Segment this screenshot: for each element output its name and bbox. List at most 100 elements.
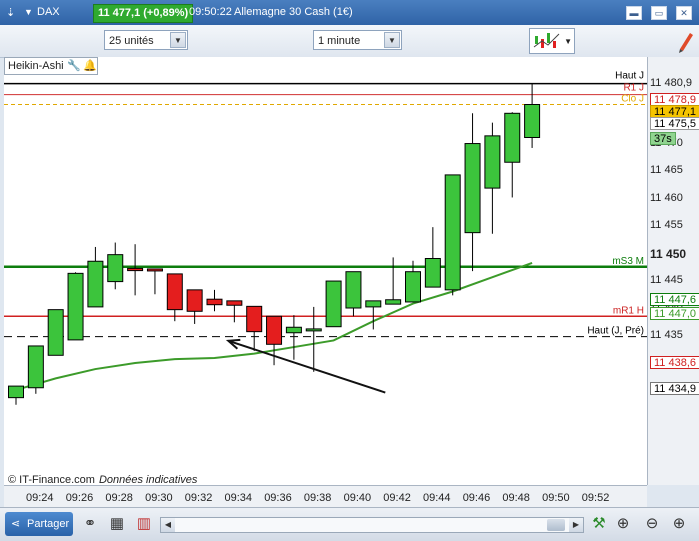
zoom-in-icon[interactable]: ⊕ xyxy=(670,514,688,534)
minimize-icon[interactable]: ▬ xyxy=(626,6,642,20)
candle-body xyxy=(127,267,144,272)
level-value-box: 11 447,0 xyxy=(650,307,699,320)
crosshair-tool-icon[interactable]: ⚒ xyxy=(590,514,608,534)
x-tick-label: 09:52 xyxy=(581,492,610,504)
candle-body xyxy=(305,328,322,332)
last-price-badge: 11 477,1 (+0,89%) xyxy=(93,4,194,23)
level-value-box: 11 447,6 xyxy=(650,293,699,306)
title-bar: ⇣ ▼ DAX 11 477,1 (+0,89%) 09:50:22 Allem… xyxy=(0,0,699,25)
scroll-left-icon[interactable]: ◀ xyxy=(161,518,175,532)
candle-body xyxy=(345,271,362,309)
bottom-toolbar: ⋖ Partager ⚭ ▦ ▥ ◀ ▶ ⚒ ⊕ ⊖ ⊕ xyxy=(0,507,699,541)
instrument-name: Allemagne 30 Cash (1€) xyxy=(234,6,353,18)
candle-body xyxy=(365,300,382,308)
x-tick-label: 09:30 xyxy=(145,492,173,504)
y-tick-label: 11 435 xyxy=(650,329,683,342)
x-tick-label: 09:38 xyxy=(303,492,332,504)
x-tick-label: 09:32 xyxy=(184,492,213,504)
level-value-box: 11 434,9 xyxy=(650,382,699,395)
candles-settings-icon[interactable]: ▥ xyxy=(135,514,153,534)
share-label: Partager xyxy=(27,518,70,530)
x-tick-label: 09:28 xyxy=(105,492,133,504)
candle-body xyxy=(484,135,501,189)
clock-time: 09:50:22 xyxy=(189,6,232,18)
x-tick-label: 09:46 xyxy=(462,492,491,504)
y-tick-label: 11 455 xyxy=(650,219,683,232)
grid-settings-icon[interactable]: ▦ xyxy=(108,514,126,534)
candle-body xyxy=(186,289,203,312)
dropdown-icon[interactable]: ▼ xyxy=(24,7,33,17)
level-label: mS3 M xyxy=(612,256,644,267)
level-label: Haut J xyxy=(615,71,644,82)
expand-chevron-icon[interactable]: ⇣ xyxy=(6,6,15,19)
scroll-thumb[interactable] xyxy=(547,519,565,531)
panel-title: Heikin-Ashi xyxy=(8,60,64,72)
candle-body xyxy=(8,385,24,399)
candle-body xyxy=(464,143,481,234)
candle-body xyxy=(226,300,243,306)
candle-body xyxy=(524,104,541,138)
chevron-down-icon[interactable]: ▼ xyxy=(384,32,400,48)
chevron-down-icon[interactable]: ▼ xyxy=(564,37,572,46)
chevron-down-icon[interactable]: ▼ xyxy=(170,32,186,48)
watermark-text: © IT-Finance.com Données indicatives xyxy=(8,474,198,485)
chart-type-icon xyxy=(533,33,560,48)
units-select[interactable]: 25 unités ▼ xyxy=(104,30,188,50)
level-label: R1 J xyxy=(623,83,644,94)
level-value-box: 11 438,6 xyxy=(650,356,699,369)
candle xyxy=(67,272,84,341)
x-tick-label: 09:36 xyxy=(264,492,292,504)
maximize-icon[interactable]: ▭ xyxy=(651,6,667,20)
share-button[interactable]: ⋖ Partager xyxy=(5,512,73,536)
bell-icon[interactable]: 🔔 xyxy=(83,58,97,74)
candle-body xyxy=(146,268,163,272)
x-tick-label: 09:34 xyxy=(224,492,253,504)
zoom-fit-icon[interactable]: ⊕ xyxy=(614,514,632,534)
share-icon: ⋖ xyxy=(11,518,21,530)
countdown-badge: 37s xyxy=(650,132,676,145)
y-tick-label: 11 445 xyxy=(650,274,683,287)
chart-type-button[interactable]: ▼ xyxy=(529,28,575,54)
candle-body xyxy=(87,260,104,308)
y-tick-label: 11 450 xyxy=(650,246,687,261)
candle-body xyxy=(47,309,64,356)
x-tick-label: 09:26 xyxy=(65,492,94,504)
time-scrollbar[interactable]: ◀ ▶ xyxy=(160,517,584,533)
x-tick-label: 09:42 xyxy=(383,492,411,504)
candle-body xyxy=(206,298,223,306)
x-tick-label: 09:44 xyxy=(423,492,451,504)
level-label: Haut (J, Pré) xyxy=(587,326,644,337)
time-axis[interactable]: 09:24 09:26 09:28 09:30 09:32 09:34 09:36 09:38… xyxy=(4,485,647,507)
x-tick-label: 09:48 xyxy=(502,492,530,504)
candle-body xyxy=(107,254,124,283)
candle-body xyxy=(285,326,302,334)
candle-body xyxy=(266,315,283,345)
candle-body xyxy=(444,174,461,291)
price-chart[interactable]: Haut JR1 JClo J mS3 M mR1 H Haut (J, Pré) ©… xyxy=(4,57,647,485)
chart-toolbar: 25 unités ▼ 1 minute ▼ ▼ xyxy=(0,25,699,58)
y-tick-label: 11 460 xyxy=(650,191,683,204)
candle-body xyxy=(166,273,183,311)
y-tick-label: 11 465 xyxy=(650,164,683,177)
scroll-right-icon[interactable]: ▶ xyxy=(569,518,583,532)
level-label: Clo J xyxy=(621,94,644,105)
x-tick-label: 09:24 xyxy=(26,492,54,504)
x-tick-label: 09:50 xyxy=(542,492,570,504)
interval-value: 1 minute xyxy=(318,35,361,47)
price-axis[interactable]: 11 480,911 47011 46511 46011 45511 45011… xyxy=(647,57,699,485)
interval-select[interactable]: 1 minute ▼ xyxy=(313,30,402,50)
candle-body xyxy=(67,272,84,341)
close-icon[interactable]: ✕ xyxy=(676,6,692,20)
units-value: 25 unités xyxy=(109,35,154,47)
indicators-icon[interactable]: ⚭ xyxy=(81,514,99,534)
candle xyxy=(27,345,44,394)
level-label: mR1 H xyxy=(613,305,644,316)
symbol-label: DAX xyxy=(37,6,60,18)
indicator-panel-label[interactable]: Heikin-Ashi 🔧 🔔 xyxy=(4,57,98,75)
draw-tool-icon[interactable] xyxy=(676,27,696,55)
zoom-out-icon[interactable]: ⊖ xyxy=(643,514,661,534)
candle-body xyxy=(325,280,342,328)
candle xyxy=(444,174,461,296)
candle-body xyxy=(504,112,521,163)
wrench-icon[interactable]: 🔧 xyxy=(67,58,81,74)
